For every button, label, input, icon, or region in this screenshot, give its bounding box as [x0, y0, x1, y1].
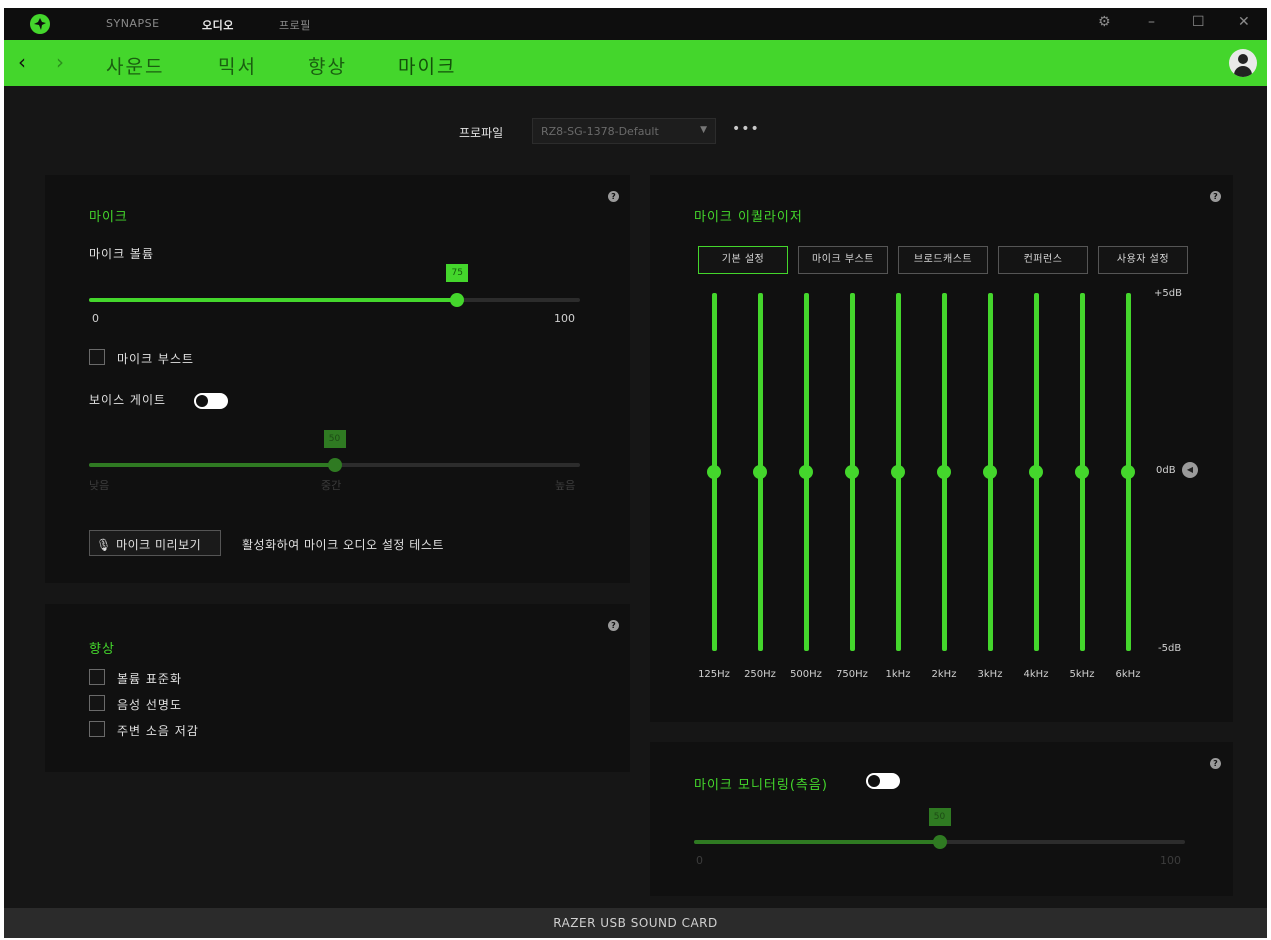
- eq-band-label: 4kHz: [1023, 669, 1049, 680]
- eq-band-handle[interactable]: [845, 465, 859, 479]
- help-icon[interactable]: ?: [1210, 758, 1221, 769]
- mic-boost-label: 마이크 부스트: [117, 352, 195, 366]
- settings-gear-icon[interactable]: ⚙: [1098, 14, 1111, 30]
- title-bar: SYNAPSE 오디오 프로필 ⚙ – ☐ ✕: [4, 8, 1267, 40]
- nav-profile[interactable]: 프로필: [279, 17, 311, 33]
- eq-band-label: 2kHz: [931, 669, 957, 680]
- eq-band-label: 250Hz: [744, 669, 776, 680]
- razer-logo-icon: [30, 14, 50, 34]
- mic-boost-checkbox[interactable]: [89, 349, 105, 365]
- eq-band-handle[interactable]: [1029, 465, 1043, 479]
- close-icon[interactable]: ✕: [1238, 14, 1250, 30]
- profile-selected-value: RZ8-SG-1378-Default: [541, 125, 659, 138]
- eq-band-label: 5kHz: [1069, 669, 1095, 680]
- voice-gate-value: 50: [323, 430, 346, 448]
- mic-volume-label: 마이크 볼륨: [89, 247, 155, 261]
- eq-band-handle[interactable]: [1075, 465, 1089, 479]
- mic-panel: ? 마이크 마이크 볼륨 75 0 100 마이크 부스트 보이스 게이트 50…: [45, 175, 630, 583]
- eq-band-label: 6kHz: [1115, 669, 1141, 680]
- mic-volume-max: 100: [554, 312, 575, 325]
- mic-monitoring-max: 100: [1160, 854, 1181, 867]
- eq-band-label: 750Hz: [836, 669, 868, 680]
- mic-monitoring-min: 0: [696, 854, 703, 867]
- eq-band-label: 125Hz: [698, 669, 730, 680]
- eq-band-handle[interactable]: [799, 465, 813, 479]
- profile-dropdown[interactable]: RZ8-SG-1378-Default ▼: [532, 118, 716, 144]
- help-icon[interactable]: ?: [608, 620, 619, 631]
- back-arrow-icon[interactable]: ‹: [18, 50, 26, 74]
- help-icon[interactable]: ?: [608, 191, 619, 202]
- mic-volume-value: 75: [446, 264, 469, 282]
- eq-db-bottom: -5dB: [1158, 643, 1182, 654]
- mic-preview-label: 마이크 미리보기: [116, 538, 202, 552]
- volume-normalization-checkbox[interactable]: [89, 669, 105, 685]
- enhance-panel-title: 향상: [89, 642, 115, 657]
- app-window: SYNAPSE 오디오 프로필 ⚙ – ☐ ✕ ‹ › 사운드 믹서 향상 마이…: [4, 8, 1267, 938]
- forward-arrow-icon[interactable]: ›: [56, 50, 64, 74]
- mic-volume-min: 0: [92, 312, 99, 325]
- preset-broadcast[interactable]: 브로드캐스트: [898, 246, 988, 274]
- help-icon[interactable]: ?: [1210, 191, 1221, 202]
- voice-gate-toggle[interactable]: [194, 393, 228, 409]
- voice-gate-handle[interactable]: [327, 458, 342, 472]
- sub-navigation: ‹ › 사운드 믹서 향상 마이크: [4, 40, 1267, 86]
- mic-monitoring-fill: [694, 840, 940, 844]
- mic-monitoring-toggle[interactable]: [866, 773, 900, 789]
- eq-reset-icon[interactable]: ◀: [1182, 462, 1198, 478]
- device-footer: RAZER USB SOUND CARD: [4, 908, 1267, 938]
- voice-gate-low: 낮음: [89, 479, 110, 492]
- voice-clarity-checkbox[interactable]: [89, 695, 105, 711]
- eq-band-label: 500Hz: [790, 669, 822, 680]
- voice-clarity-label: 음성 선명도: [117, 698, 183, 712]
- eq-band-label: 1kHz: [885, 669, 911, 680]
- nav-synapse[interactable]: SYNAPSE: [106, 17, 160, 30]
- preset-default[interactable]: 기본 설정: [698, 246, 788, 274]
- eq-band-handle[interactable]: [1121, 465, 1135, 479]
- eq-band-handle[interactable]: [937, 465, 951, 479]
- mic-monitoring-handle[interactable]: [932, 835, 947, 849]
- chevron-down-icon: ▼: [700, 125, 707, 135]
- mic-panel-title: 마이크: [89, 210, 128, 225]
- profile-more-button[interactable]: •••: [732, 121, 760, 137]
- equalizer-title: 마이크 이퀄라이저: [694, 210, 803, 225]
- tab-mic[interactable]: 마이크: [398, 52, 456, 79]
- preset-custom[interactable]: 사용자 설정: [1098, 246, 1188, 274]
- voice-gate-label: 보이스 게이트: [89, 393, 167, 407]
- profile-label: 프로파일: [459, 126, 504, 140]
- ambient-noise-reduction-label: 주변 소음 저감: [117, 724, 199, 738]
- preset-mic-boost[interactable]: 마이크 부스트: [798, 246, 888, 274]
- mic-monitoring-title: 마이크 모니터링(측음): [694, 778, 828, 793]
- tab-mixer[interactable]: 믹서: [218, 52, 257, 79]
- eq-db-top: +5dB: [1154, 288, 1182, 299]
- ambient-noise-reduction-checkbox[interactable]: [89, 721, 105, 737]
- maximize-icon[interactable]: ☐: [1192, 14, 1205, 30]
- microphone-icon: 🎙: [96, 538, 112, 552]
- eq-band-handle[interactable]: [707, 465, 721, 479]
- volume-normalization-label: 볼륨 표준화: [117, 672, 183, 686]
- enhance-panel: ? 향상 볼륨 표준화 음성 선명도 주변 소음 저감: [45, 604, 630, 772]
- tab-enhance[interactable]: 향상: [308, 52, 347, 79]
- preset-conference[interactable]: 컨퍼런스: [998, 246, 1088, 274]
- mic-preview-button[interactable]: 🎙 마이크 미리보기: [89, 530, 221, 556]
- equalizer-panel: ? 마이크 이퀄라이저 기본 설정 마이크 부스트 브로드캐스트 컨퍼런스 사용…: [650, 175, 1233, 722]
- mic-volume-track[interactable]: [89, 298, 580, 302]
- mic-volume-fill: [89, 298, 458, 302]
- minimize-icon[interactable]: –: [1148, 14, 1155, 30]
- nav-audio[interactable]: 오디오: [202, 17, 234, 33]
- eq-band-handle[interactable]: [891, 465, 905, 479]
- mic-monitoring-panel: ? 마이크 모니터링(측음) 50 0 100: [650, 742, 1233, 896]
- eq-band-handle[interactable]: [753, 465, 767, 479]
- eq-db-mid: 0dB: [1156, 465, 1176, 476]
- mic-preview-hint: 활성화하여 마이크 오디오 설정 테스트: [242, 538, 444, 552]
- eq-band-handle[interactable]: [983, 465, 997, 479]
- mic-volume-handle[interactable]: [450, 293, 465, 307]
- tab-sound[interactable]: 사운드: [106, 52, 164, 79]
- voice-gate-high: 높음: [555, 479, 576, 492]
- voice-gate-mid: 중간: [321, 479, 342, 492]
- user-avatar-icon[interactable]: [1229, 49, 1257, 77]
- mic-monitoring-value: 50: [928, 808, 951, 826]
- eq-band-label: 3kHz: [977, 669, 1003, 680]
- voice-gate-fill: [89, 463, 335, 467]
